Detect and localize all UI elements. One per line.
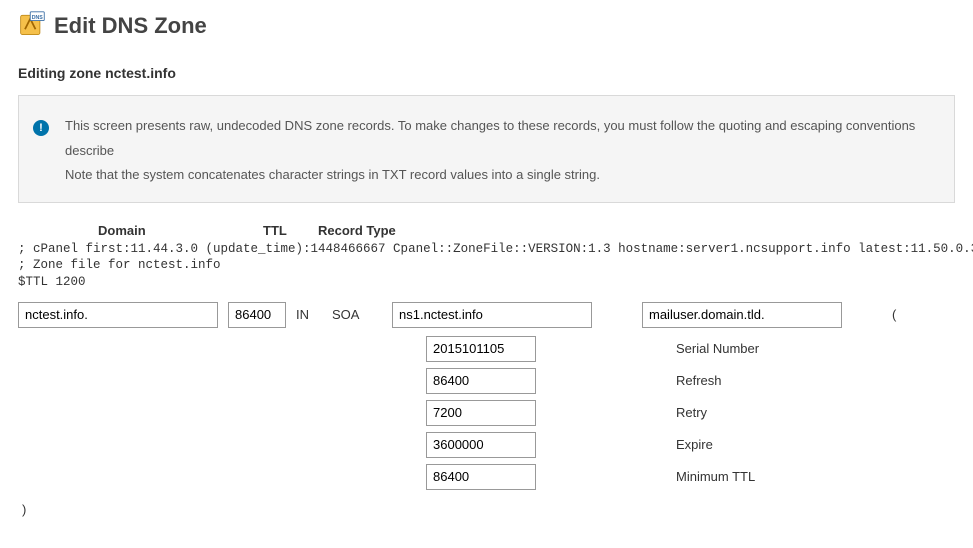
page-title: Edit DNS Zone [54,13,207,39]
soa-type-label: SOA [332,302,392,322]
col-record-type: Record Type [263,223,396,238]
soa-ns-input[interactable] [392,302,592,328]
info-box: ! This screen presents raw, undecoded DN… [18,95,955,203]
soa-refresh-input[interactable] [426,368,536,394]
soa-serial-label: Serial Number [676,336,759,362]
svg-text:DNS: DNS [32,15,44,21]
soa-domain-input[interactable] [18,302,218,328]
soa-serial-input[interactable] [426,336,536,362]
dns-zone-icon: DNS [18,10,46,41]
soa-close-paren: ) [18,502,955,517]
zone-file-comments: ; cPanel first:11.44.3.0 (update_time):1… [18,241,955,290]
soa-minttl-input[interactable] [426,464,536,490]
soa-class-label: IN [296,302,326,322]
soa-refresh-label: Refresh [676,368,759,394]
soa-open-paren: ( [892,302,896,322]
info-icon: ! [33,120,49,136]
soa-mail-input[interactable] [642,302,842,328]
soa-expire-input[interactable] [426,432,536,458]
soa-expire-label: Expire [676,432,759,458]
soa-retry-input[interactable] [426,400,536,426]
page-header: DNS Edit DNS Zone [18,10,955,41]
column-headers: Domain TTL Record Type [18,223,955,238]
soa-record-row: IN SOA ( [18,302,955,328]
soa-retry-label: Retry [676,400,759,426]
col-ttl: TTL [118,223,263,238]
editing-zone-subtitle: Editing zone nctest.info [18,65,955,81]
soa-details: Serial Number Refresh Retry Expire Minim… [18,336,955,490]
col-domain: Domain [18,223,118,238]
soa-minttl-label: Minimum TTL [676,464,759,490]
soa-ttl-input[interactable] [228,302,286,328]
info-text: This screen presents raw, undecoded DNS … [65,114,940,188]
